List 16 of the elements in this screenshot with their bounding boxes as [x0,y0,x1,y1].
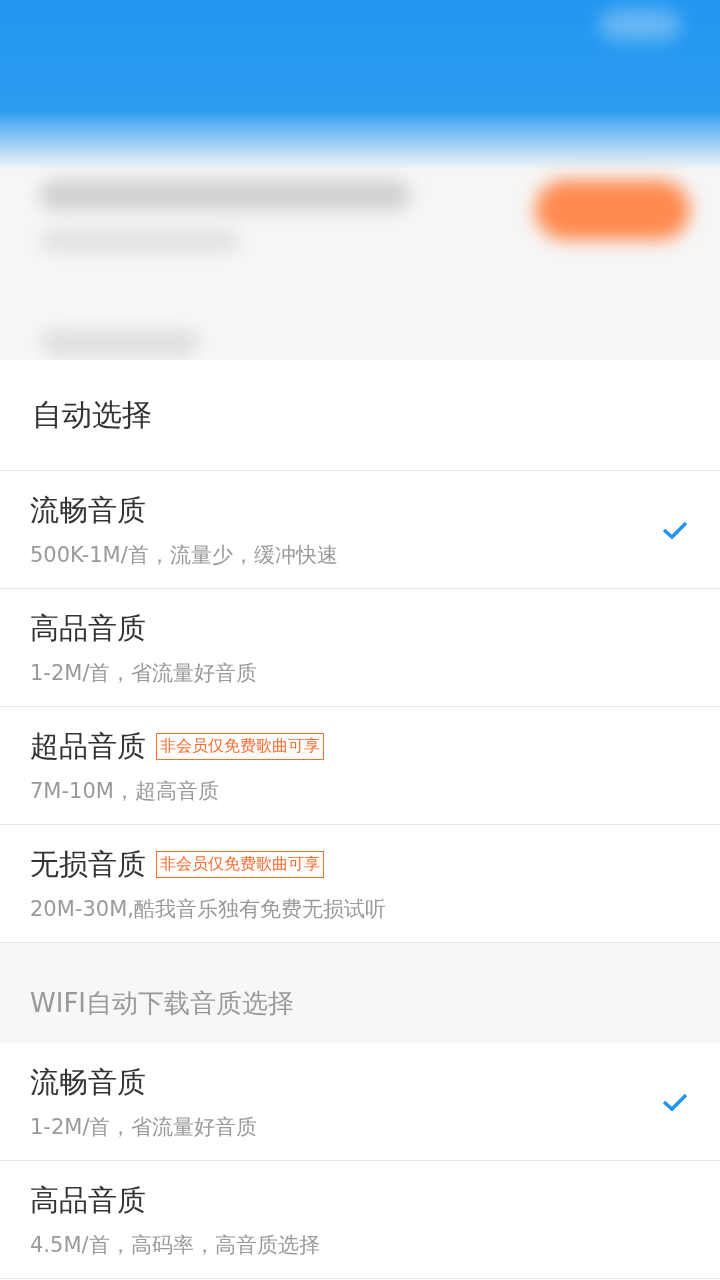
option-title: 流畅音质 [30,1063,146,1101]
option-description: 7M-10M，超高音质 [30,777,220,805]
option-description: 1-2M/首，省流量好音质 [30,1113,259,1141]
option-title: 流畅音质 [30,491,146,529]
option-title: 高品音质 [30,1181,146,1219]
section-title: WIFI自动下载音质选择 [30,987,294,1020]
member-badge: 非会员仅免费歌曲可享 [156,851,324,878]
option-description: 500K-1M/首，流量少，缓冲快速 [30,541,339,569]
option-description: 20M-30M,酷我音乐独有免费无损试听 [30,895,387,923]
member-badge: 非会员仅免费歌曲可享 [156,733,324,760]
option-title: 无损音质 [30,845,146,883]
option-title: 高品音质 [30,609,146,647]
auto-select-label: 自动选择 [32,395,152,434]
option-title: 超品音质 [30,727,146,765]
option-description: 4.5M/首，高码率，高音质选择 [30,1231,321,1259]
option-description: 1-2M/首，省流量好音质 [30,659,259,687]
